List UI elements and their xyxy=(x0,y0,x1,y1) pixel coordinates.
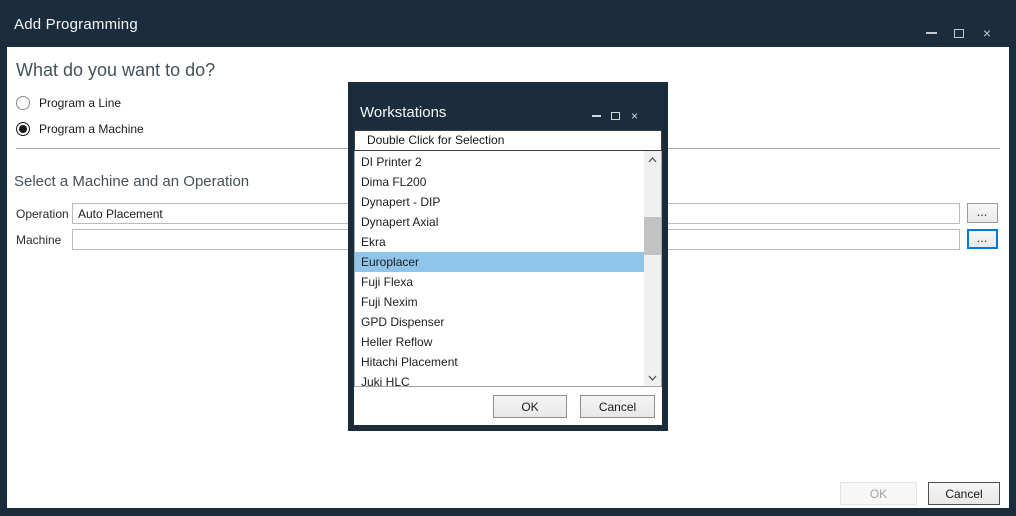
chevron-up-icon xyxy=(648,156,657,162)
list-item[interactable]: DI Printer 2 xyxy=(355,152,644,172)
workstations-minimize-button[interactable] xyxy=(591,109,602,123)
radio-program-a-line[interactable]: Program a Line xyxy=(16,95,121,110)
scrollbar[interactable] xyxy=(644,151,661,386)
maximize-button[interactable] xyxy=(952,25,966,41)
workstations-close-button[interactable]: × xyxy=(629,109,640,123)
close-icon: × xyxy=(982,25,992,41)
close-icon: × xyxy=(630,109,638,123)
scrollbar-thumb[interactable] xyxy=(644,217,661,255)
close-button[interactable]: × xyxy=(980,25,994,41)
list-item[interactable]: Fuji Flexa xyxy=(355,272,644,292)
list-item[interactable]: Heller Reflow xyxy=(355,332,644,352)
list-item[interactable]: Dynapert - DIP xyxy=(355,192,644,212)
workstations-dialog: Workstations × Double Click for Selectio… xyxy=(348,82,668,431)
radio-program-a-machine[interactable]: Program a Machine xyxy=(16,121,144,136)
scroll-down-button[interactable] xyxy=(644,369,661,386)
cancel-button[interactable]: Cancel xyxy=(928,482,1000,505)
question-heading: What do you want to do? xyxy=(16,60,216,80)
workstations-body: Double Click for Selection DI Printer 2D… xyxy=(354,130,662,425)
list-item[interactable]: GPD Dispenser xyxy=(355,312,644,332)
radio-icon xyxy=(16,121,30,136)
workstations-maximize-button[interactable] xyxy=(610,109,621,123)
minimize-icon xyxy=(925,32,937,34)
workstations-list-rows: DI Printer 2 Dima FL200 Dynapert - DIP Dyna… xyxy=(355,152,644,386)
list-item[interactable]: Dynapert Axial xyxy=(355,212,644,232)
list-item[interactable]: Fuji Nexim xyxy=(355,292,644,312)
chevron-down-icon xyxy=(648,375,657,381)
screen: { "titlebar": { "title": "Add Programmin… xyxy=(0,0,1016,516)
radio-label: Program a Machine xyxy=(39,121,144,136)
workstations-list: DI Printer 2 Dima FL200 Dynapert - DIP Dyna… xyxy=(354,151,662,387)
radio-label: Program a Line xyxy=(39,95,122,110)
workstations-title: Workstations xyxy=(360,104,447,121)
list-item[interactable]: Hitachi Placement xyxy=(355,352,644,372)
maximize-icon xyxy=(954,28,964,38)
double-click-header: Double Click for Selection xyxy=(354,130,662,151)
minimize-icon xyxy=(592,115,601,117)
radio-icon xyxy=(16,95,30,110)
list-item[interactable]: Dima FL200 xyxy=(355,172,644,192)
window-controls: × xyxy=(924,25,994,41)
workstations-ok-button[interactable]: OK xyxy=(493,395,567,418)
scroll-up-button[interactable] xyxy=(644,151,661,168)
list-item[interactable]: Juki HLC xyxy=(355,372,644,386)
operation-label: Operation xyxy=(16,207,69,221)
workstations-cancel-button[interactable]: Cancel xyxy=(580,395,655,418)
list-item[interactable]: Europlacer xyxy=(355,252,644,272)
machine-label: Machine xyxy=(16,233,62,247)
window-title: Add Programming xyxy=(14,16,138,33)
titlebar[interactable]: Add Programming × xyxy=(0,0,1016,47)
workstations-window-controls: × xyxy=(591,109,640,123)
minimize-button[interactable] xyxy=(924,25,938,41)
operation-browse-button[interactable]: ... xyxy=(967,203,998,223)
section-heading: Select a Machine and an Operation xyxy=(14,173,250,190)
maximize-icon xyxy=(611,112,620,120)
machine-browse-button[interactable]: ... xyxy=(967,229,998,249)
workstations-footer: OK Cancel xyxy=(354,387,662,424)
list-item[interactable]: Ekra xyxy=(355,232,644,252)
ok-button: OK xyxy=(840,482,917,505)
